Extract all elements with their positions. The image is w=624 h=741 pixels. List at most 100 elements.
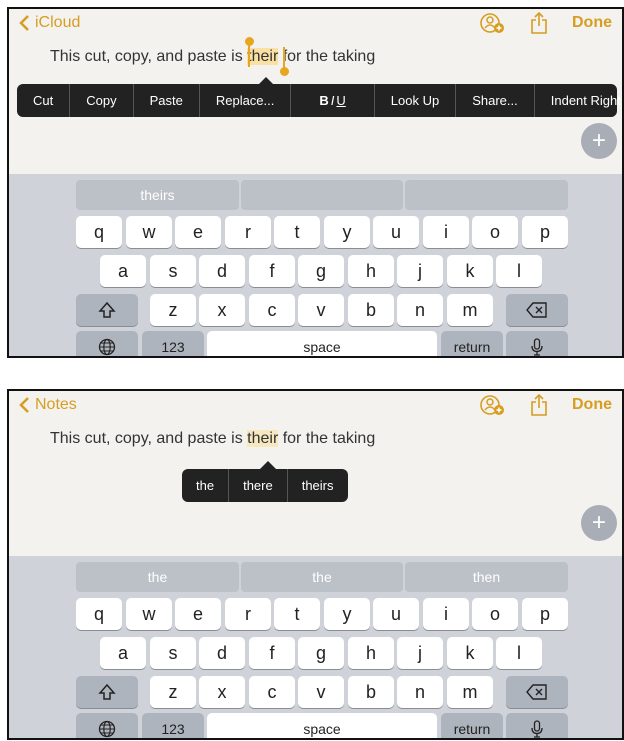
key-z[interactable]: z [150,676,196,708]
key-w[interactable]: w [126,598,172,630]
cut-button[interactable]: Cut [17,84,71,117]
key-n[interactable]: n [397,294,443,326]
key-p[interactable]: p [522,598,568,630]
key-g[interactable]: g [298,255,344,287]
back-button[interactable]: iCloud [19,14,80,32]
key-b[interactable]: b [348,676,394,708]
look-up-button[interactable]: Look Up [375,84,457,117]
key-h[interactable]: h [348,255,394,287]
share-icon[interactable] [530,12,548,34]
key-v[interactable]: v [298,676,344,708]
add-person-icon[interactable] [480,12,504,34]
key-c[interactable]: c [249,294,295,326]
key-q[interactable]: q [76,598,122,630]
key-l[interactable]: l [496,637,542,669]
key-u[interactable]: u [373,216,419,248]
key-w[interactable]: w [126,216,172,248]
key-b[interactable]: b [348,294,394,326]
suggestion-the[interactable]: the [182,469,230,502]
key-m[interactable]: m [447,294,493,326]
share-menu-button[interactable]: Share... [456,84,535,117]
suggestion-theirs[interactable]: theirs [288,469,348,502]
key-k[interactable]: k [447,255,493,287]
marked-word[interactable]: their [247,430,279,447]
key-d[interactable]: d [199,255,245,287]
numbers-key[interactable]: 123 [142,713,204,738]
format-biu-button[interactable]: BIU [291,84,375,117]
key-u[interactable]: u [373,598,419,630]
replace-button[interactable]: Replace... [200,84,292,117]
note-body[interactable]: This cut, copy, and paste is their for t… [50,430,375,448]
key-d[interactable]: d [199,637,245,669]
paste-button[interactable]: Paste [134,84,200,117]
shift-key[interactable] [76,294,138,326]
key-r[interactable]: r [225,598,271,630]
done-button[interactable]: Done [572,396,612,414]
globe-key[interactable] [76,713,138,738]
space-key[interactable]: space [207,713,437,738]
key-x[interactable]: x [199,294,245,326]
key-o[interactable]: o [472,598,518,630]
dictation-key[interactable] [506,331,568,356]
key-g[interactable]: g [298,637,344,669]
key-n[interactable]: n [397,676,443,708]
key-f[interactable]: f [249,637,295,669]
indent-right-button[interactable]: Indent Right [535,84,622,117]
key-c[interactable]: c [249,676,295,708]
prediction-1[interactable]: the [76,562,239,592]
numbers-key[interactable]: 123 [142,331,204,356]
key-i[interactable]: i [423,216,469,248]
selection-end-handle[interactable] [283,47,285,69]
delete-key[interactable] [506,294,568,326]
share-icon[interactable] [530,394,548,416]
key-v[interactable]: v [298,294,344,326]
key-t[interactable]: t [274,598,320,630]
key-s[interactable]: s [150,637,196,669]
copy-button[interactable]: Copy [70,84,134,117]
key-r[interactable]: r [225,216,271,248]
key-i[interactable]: i [423,598,469,630]
key-e[interactable]: e [175,216,221,248]
note-body[interactable]: This cut, copy, and paste is their for t… [50,48,375,66]
selection-end-knob[interactable] [280,67,289,76]
globe-key[interactable] [76,331,138,356]
suggestion-there[interactable]: there [229,469,288,502]
prediction-3[interactable]: then [405,562,568,592]
key-k[interactable]: k [447,637,493,669]
delete-key[interactable] [506,676,568,708]
prediction-2[interactable]: the [241,562,403,592]
key-j[interactable]: j [397,637,443,669]
selected-word[interactable]: their [247,48,279,65]
prediction-2[interactable] [241,180,403,210]
key-t[interactable]: t [274,216,320,248]
dictation-key[interactable] [506,713,568,738]
key-x[interactable]: x [199,676,245,708]
return-key[interactable]: return [441,713,503,738]
add-person-icon[interactable] [480,394,504,416]
back-button[interactable]: Notes [19,396,77,414]
prediction-1[interactable]: theirs [76,180,239,210]
key-e[interactable]: e [175,598,221,630]
key-h[interactable]: h [348,637,394,669]
key-q[interactable]: q [76,216,122,248]
plus-icon[interactable]: + [581,505,617,541]
key-y[interactable]: y [324,598,370,630]
key-f[interactable]: f [249,255,295,287]
plus-icon[interactable]: + [581,123,617,159]
key-z[interactable]: z [150,294,196,326]
key-j[interactable]: j [397,255,443,287]
return-key[interactable]: return [441,331,503,356]
prediction-3[interactable] [405,180,568,210]
key-s[interactable]: s [150,255,196,287]
key-o[interactable]: o [472,216,518,248]
key-a[interactable]: a [100,255,146,287]
done-button[interactable]: Done [572,14,612,32]
shift-key[interactable] [76,676,138,708]
key-p[interactable]: p [522,216,568,248]
key-y[interactable]: y [324,216,370,248]
selection-start-handle[interactable] [248,45,250,67]
key-m[interactable]: m [447,676,493,708]
space-key[interactable]: space [207,331,437,356]
key-a[interactable]: a [100,637,146,669]
key-l[interactable]: l [496,255,542,287]
